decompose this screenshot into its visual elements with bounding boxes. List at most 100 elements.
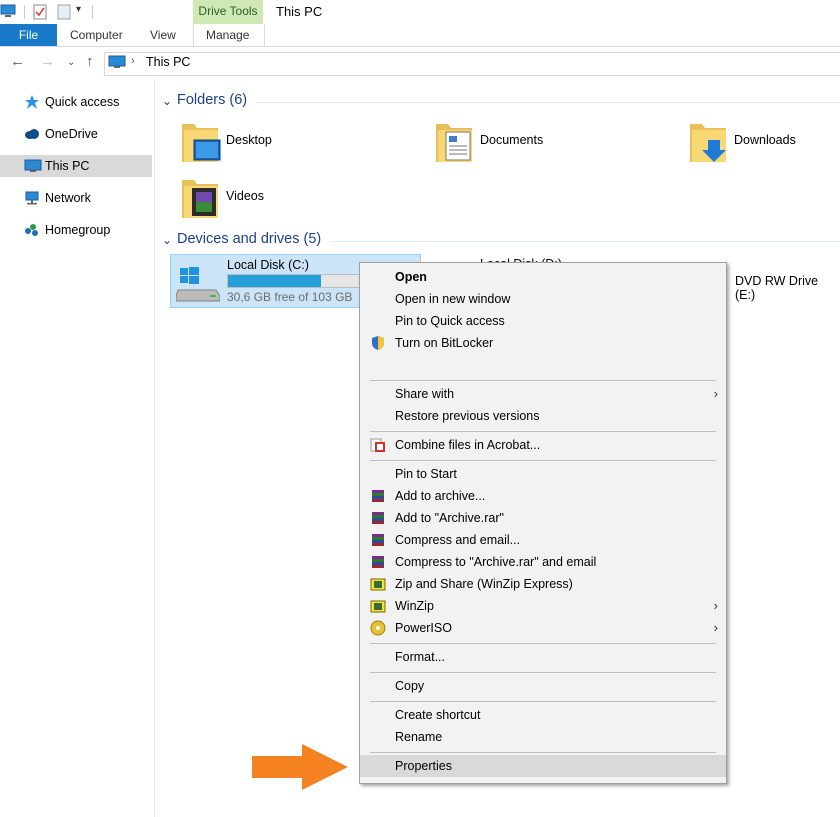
forward-arrow-icon[interactable]: → [40, 53, 55, 70]
folder-desktop[interactable]: Desktop [180, 120, 410, 166]
menu-item-label: Turn on BitLocker [395, 336, 494, 350]
menu-item-label: Pin to Quick access [395, 314, 505, 328]
menu-item-label: WinZip [395, 599, 434, 613]
tab-computer[interactable]: Computer [70, 24, 123, 46]
new-folder-icon[interactable] [57, 4, 71, 23]
back-arrow-icon[interactable]: ← [10, 53, 25, 70]
title-bar [0, 0, 840, 24]
poweriso-icon [370, 620, 386, 636]
menu-item-pin-to-start[interactable]: Pin to Start [360, 463, 726, 485]
context-tab-header: Drive Tools [193, 0, 263, 24]
sidebar-item-label: Quick access [45, 95, 120, 109]
menu-item-label: PowerISO [395, 621, 452, 635]
divider [24, 5, 25, 19]
folder-documents[interactable]: Documents [434, 120, 664, 166]
tab-file[interactable]: File [0, 24, 57, 46]
menu-item-add-to-archive-rar[interactable]: Add to "Archive.rar" [360, 507, 726, 529]
menu-item-poweriso[interactable]: PowerISO › [360, 617, 726, 639]
folder-label: Videos [226, 189, 264, 203]
menu-item-label: Properties [395, 759, 452, 773]
group-header-folders[interactable]: Folders (6) [177, 92, 247, 108]
folder-videos[interactable]: Videos [180, 176, 410, 222]
group-divider [256, 102, 840, 103]
menu-item-pin-to-quick-access[interactable]: Pin to Quick access [360, 310, 726, 332]
sidebar-item-network[interactable]: Network [0, 187, 152, 209]
group-divider [330, 241, 840, 242]
folder-label: Downloads [734, 133, 796, 147]
collapse-chevron-icon[interactable]: ⌄ [162, 233, 172, 247]
annotation-arrow-icon [252, 744, 348, 790]
dvd-drive-label[interactable]: DVD RW Drive (E:) [735, 274, 840, 302]
winzip-icon [370, 598, 386, 614]
menu-item-combine-files-in-acrobat[interactable]: Combine files in Acrobat... [360, 434, 726, 456]
menu-item-compress-to-archive-rar-and-email[interactable]: Compress to "Archive.rar" and email [360, 551, 726, 573]
address-bar[interactable] [104, 52, 840, 76]
menu-item-properties[interactable]: Properties [360, 755, 726, 777]
recent-locations-icon[interactable]: ⌄ [67, 57, 75, 68]
menu-item-add-to-archive[interactable]: Add to archive... [360, 485, 726, 507]
menu-item-open[interactable]: Open [360, 266, 726, 288]
winrar-icon [370, 510, 386, 526]
menu-separator [370, 460, 716, 461]
sidebar-item-homegroup[interactable]: Homegroup [0, 219, 152, 241]
breadcrumb[interactable]: This PC [146, 55, 190, 69]
this-pc-icon [24, 159, 42, 173]
menu-item-zip-and-share-winzip-express[interactable]: Zip and Share (WinZip Express) [360, 573, 726, 595]
menu-item-label: Pin to Start [395, 467, 457, 481]
menu-item-label: Compress to "Archive.rar" and email [395, 555, 597, 569]
menu-item-compress-and-email[interactable]: Compress and email... [360, 529, 726, 551]
menu-item-turn-on-bitlocker[interactable]: Turn on BitLocker [360, 332, 726, 354]
downloads-folder-icon [690, 124, 726, 162]
menu-item-winzip[interactable]: WinZip › [360, 595, 726, 617]
menu-item-label: Share with [395, 387, 455, 401]
menu-item-open-in-new-window[interactable]: Open in new window [360, 288, 726, 310]
menu-item-label: Combine files in Acrobat... [395, 438, 541, 452]
menu-item-label: Compress and email... [395, 533, 521, 547]
menu-separator [370, 672, 716, 673]
menu-item-share-with[interactable]: Share with › [360, 383, 726, 405]
menu-item-restore-previous-versions[interactable]: Restore previous versions [360, 405, 726, 427]
sidebar-item-onedrive[interactable]: OneDrive [0, 123, 152, 145]
network-icon [24, 191, 40, 205]
customize-qa-icon[interactable]: ▾ [76, 4, 81, 15]
folder-label: Documents [480, 133, 544, 147]
menu-item-create-shortcut[interactable]: Create shortcut [360, 704, 726, 726]
menu-item-label: Zip and Share (WinZip Express) [395, 577, 573, 591]
menu-item-rename[interactable]: Rename [360, 726, 726, 748]
collapse-chevron-icon[interactable]: ⌄ [162, 94, 172, 108]
windows-drive-icon [175, 266, 221, 305]
sidebar-item-quick-access[interactable]: Quick access [0, 91, 152, 113]
homegroup-icon [24, 223, 40, 237]
quick-access-star-icon [24, 95, 40, 109]
tab-manage[interactable]: Manage [206, 24, 249, 46]
sidebar-item-this-pc[interactable]: This PC [0, 155, 152, 177]
shield-icon [370, 335, 386, 351]
tab-view[interactable]: View [150, 24, 176, 46]
drive-usage-fill [228, 275, 321, 287]
up-arrow-icon[interactable]: ↑ [86, 53, 94, 70]
breadcrumb-chevron-icon[interactable]: › [131, 55, 135, 67]
menu-item-label: Create shortcut [395, 708, 481, 722]
winrar-icon [370, 532, 386, 548]
menu-item-copy[interactable]: Copy [360, 675, 726, 697]
drive-c-free-space: 30,6 GB free of 103 GB [227, 290, 353, 304]
acrobat-icon [370, 437, 386, 453]
this-pc-icon[interactable] [0, 4, 16, 21]
menu-item-label: Add to archive... [395, 489, 486, 503]
this-pc-icon [108, 55, 126, 72]
menu-separator [370, 752, 716, 753]
submenu-chevron-icon: › [713, 620, 718, 635]
window-title: This PC [276, 4, 323, 19]
divider [92, 5, 93, 19]
sidebar-item-label: Network [45, 191, 91, 205]
submenu-chevron-icon: › [713, 598, 718, 613]
properties-icon[interactable] [33, 4, 47, 23]
sidebar-item-label: Homegroup [45, 223, 111, 237]
drive-c-label: Local Disk (C:) [227, 258, 309, 272]
menu-item-format[interactable]: Format... [360, 646, 726, 668]
folder-downloads[interactable]: Downloads [688, 120, 840, 166]
winzip-icon [370, 576, 386, 592]
menu-item-label: Copy [395, 679, 425, 693]
group-header-devices[interactable]: Devices and drives (5) [177, 231, 321, 247]
winrar-icon [370, 554, 386, 570]
